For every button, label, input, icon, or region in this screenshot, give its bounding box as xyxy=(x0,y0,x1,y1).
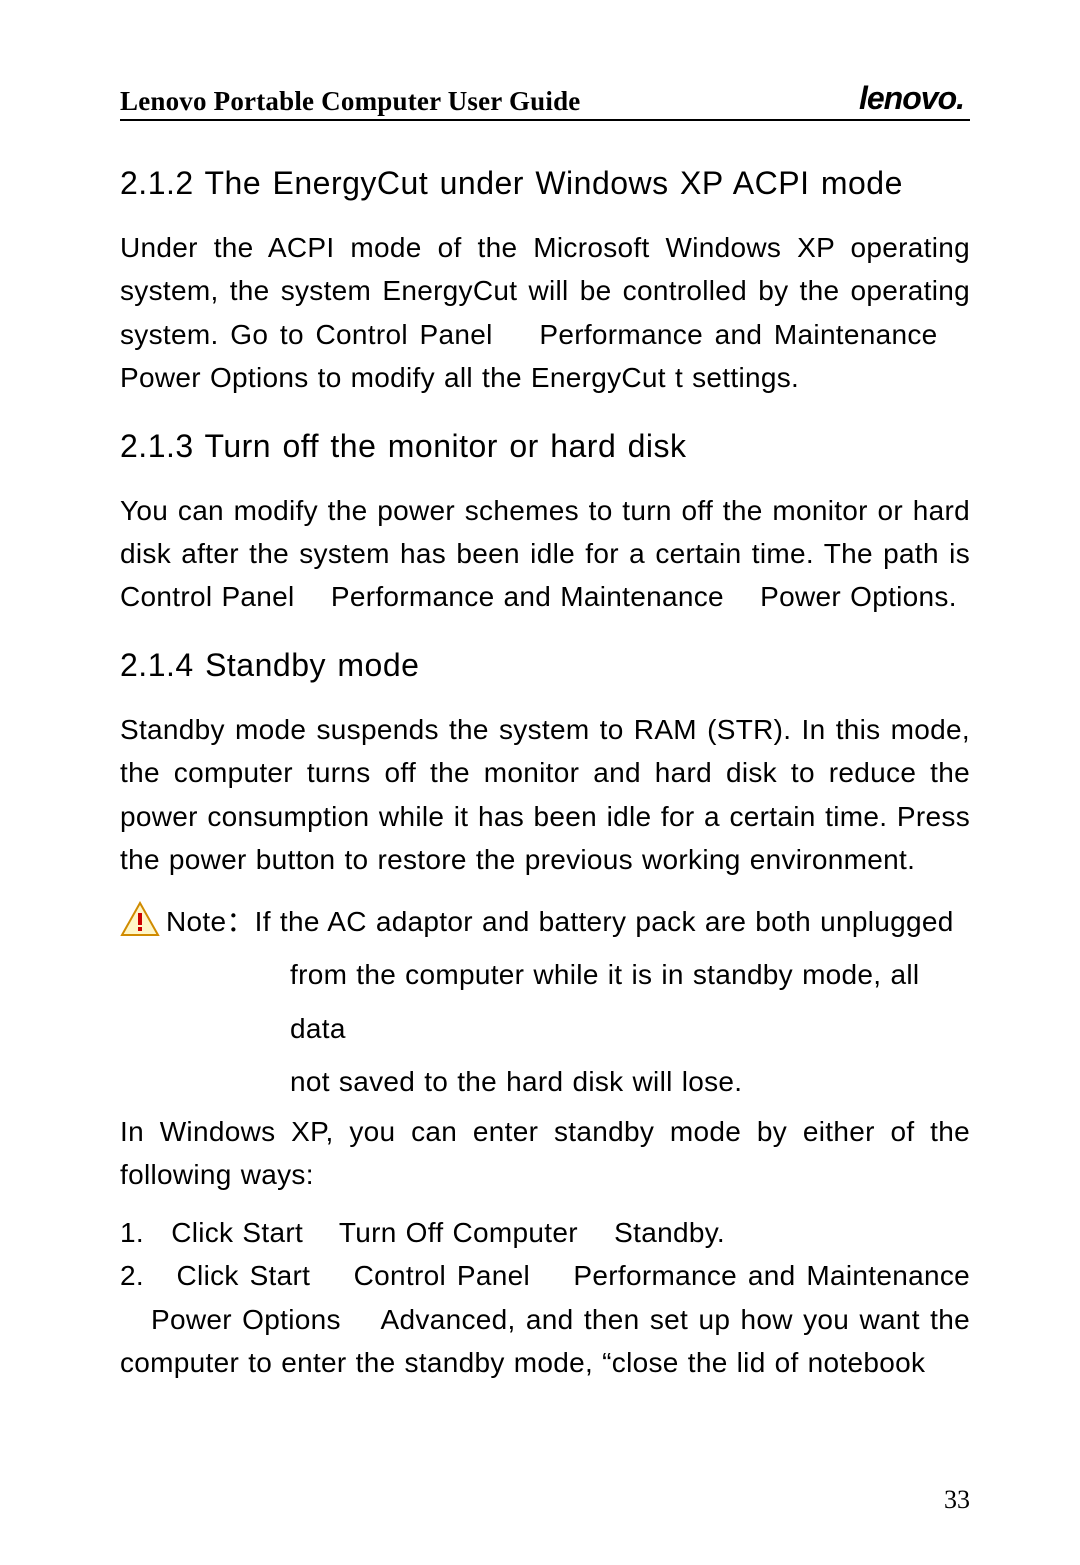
section-heading-212: 2.1.2 The EnergyCut under Windows XP ACP… xyxy=(120,165,970,202)
section-body-214: Standby mode suspends the system to RAM … xyxy=(120,708,970,882)
note-line-3: not saved to the hard disk will lose. xyxy=(290,1055,970,1108)
section-body-212: Under the ACPI mode of the Microsoft Win… xyxy=(120,226,970,400)
list-item-2: 2. Click Start Control Panel Performance… xyxy=(120,1254,970,1384)
section-heading-213: 2.1.3 Turn off the monitor or hard disk xyxy=(120,428,970,465)
list-item-1: 1. Click Start Turn Off Computer Standby… xyxy=(120,1211,970,1254)
page-header: Lenovo Portable Computer User Guide leno… xyxy=(120,80,970,121)
note-line-2: from the computer while it is in standby… xyxy=(290,948,970,1054)
note-block: Note：If the AC adaptor and battery pack … xyxy=(120,895,970,948)
warning-triangle-icon xyxy=(120,901,160,937)
header-title: Lenovo Portable Computer User Guide xyxy=(120,86,580,117)
brand-logo: lenovo. xyxy=(859,80,970,117)
section-heading-214: 2.1.4 Standby mode xyxy=(120,647,970,684)
standby-intro: In Windows XP, you can enter standby mod… xyxy=(120,1110,970,1197)
page-number: 33 xyxy=(944,1485,970,1515)
note-line-1: Note：If the AC adaptor and battery pack … xyxy=(166,895,954,948)
document-page: Lenovo Portable Computer User Guide leno… xyxy=(0,0,1080,1565)
section-body-213: You can modify the power schemes to turn… xyxy=(120,489,970,619)
